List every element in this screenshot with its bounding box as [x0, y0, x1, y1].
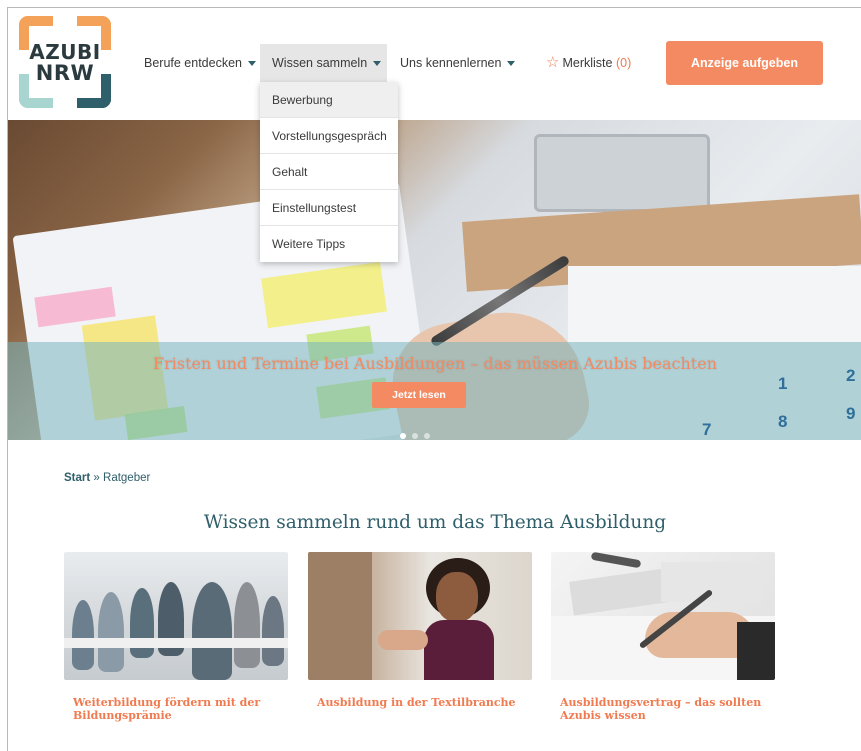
dropdown-item-weitere-tipps[interactable]: Weitere Tipps — [260, 226, 398, 262]
article-card-title[interactable]: Ausbildung in der Textilbranche — [308, 696, 532, 709]
merkliste-label: Merkliste — [562, 56, 613, 70]
article-card[interactable]: Weiterbildung fördern mit der Bildungspr… — [64, 552, 288, 722]
nav-item-label: Wissen sammeln — [272, 56, 368, 70]
breadcrumb-current: Ratgeber — [103, 472, 151, 484]
chevron-down-icon — [507, 61, 516, 67]
breadcrumb: Start » Ratgeber — [64, 472, 150, 484]
dropdown-item-vorstellungsgespraech[interactable]: Vorstellungsgespräch — [260, 118, 398, 154]
logo[interactable]: AZUBI NRW — [19, 16, 111, 108]
calendar-number: 9 — [846, 404, 856, 423]
slider-dot-2[interactable] — [412, 433, 418, 439]
chevron-down-icon — [373, 61, 382, 67]
slider-dot-3[interactable] — [424, 433, 430, 439]
article-card[interactable]: Ausbildungsvertrag – das sollten Azubis … — [551, 552, 775, 722]
page-title: Wissen sammeln rund um das Thema Ausbild… — [203, 512, 667, 533]
nav-item-label: Berufe entdecken — [144, 56, 242, 70]
dropdown-item-einstellungstest[interactable]: Einstellungstest — [260, 190, 398, 226]
slider-dot-1[interactable] — [400, 433, 406, 439]
calendar-number: 8 — [778, 412, 788, 431]
nav-item-uns-kennenlernen[interactable]: Uns kennenlernen — [388, 44, 527, 82]
article-card-image-classroom[interactable] — [64, 552, 288, 680]
slider-dots — [400, 426, 436, 440]
nav-item-label: Uns kennenlernen — [400, 56, 502, 70]
article-card-title[interactable]: Weiterbildung fördern mit der Bildungspr… — [64, 696, 288, 722]
article-card-image-textile[interactable] — [308, 552, 532, 680]
logo-text-line2: NRW — [35, 61, 95, 85]
merkliste-link[interactable]: ☆ Merkliste (0) — [546, 44, 631, 82]
nav-item-wissen-sammeln[interactable]: Wissen sammeln — [260, 44, 387, 82]
chevron-down-icon — [248, 61, 256, 67]
dropdown-item-bewerbung[interactable]: Bewerbung — [260, 82, 398, 118]
jetzt-lesen-button[interactable]: Jetzt lesen — [372, 382, 466, 408]
star-icon: ☆ — [546, 54, 560, 71]
hero-slider: 1 2 7 8 9 Fristen und Termine bei Ausbil… — [8, 120, 861, 440]
dropdown-item-gehalt[interactable]: Gehalt — [260, 154, 398, 190]
article-card-image-contract[interactable] — [551, 552, 775, 680]
article-card[interactable]: Ausbildung in der Textilbranche — [308, 552, 532, 709]
breadcrumb-separator: » — [93, 472, 100, 484]
calendar-number: 7 — [702, 420, 712, 439]
page-frame: AZUBI NRW Berufe entdecken Wissen sammel… — [7, 7, 861, 751]
breadcrumb-start-link[interactable]: Start — [64, 472, 90, 484]
nav-item-berufe-entdecken[interactable]: Berufe entdecken — [132, 44, 268, 82]
wissen-sammeln-dropdown: Bewerbung Vorstellungsgespräch Gehalt Ei… — [260, 82, 398, 262]
hero-title[interactable]: Fristen und Termine bei Ausbildungen – d… — [8, 354, 861, 373]
article-card-title[interactable]: Ausbildungsvertrag – das sollten Azubis … — [551, 696, 775, 722]
merkliste-count: (0) — [615, 56, 632, 70]
hero-laptop-image — [534, 134, 710, 212]
anzeige-aufgeben-button[interactable]: Anzeige aufgeben — [666, 41, 823, 85]
calendar-number: 1 — [778, 374, 788, 393]
